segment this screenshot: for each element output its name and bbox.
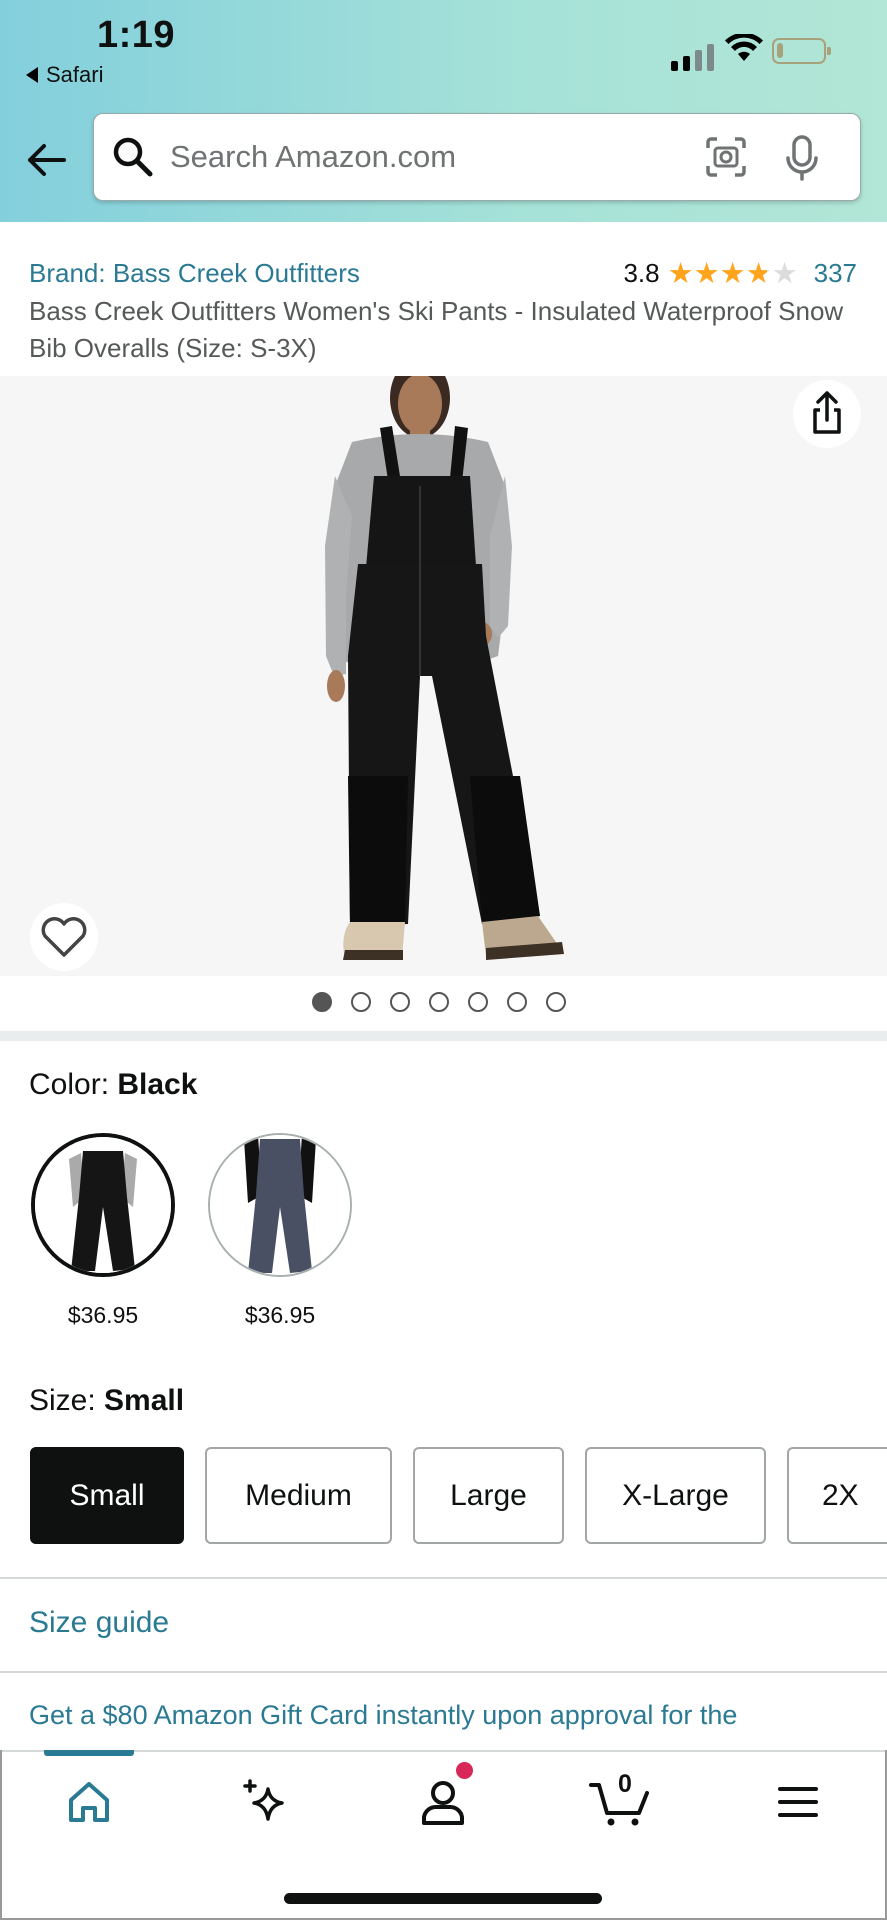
swatch-price: $36.95 xyxy=(67,1302,139,1328)
selected-color: Black xyxy=(117,1068,198,1101)
pagination-dot[interactable] xyxy=(312,992,332,1012)
camera-search-icon[interactable] xyxy=(705,136,747,178)
color-swatch-black[interactable] xyxy=(31,1133,175,1277)
swatch-price: $36.95 xyxy=(244,1302,316,1328)
star-icon: ★ xyxy=(771,257,798,290)
brand-link[interactable]: Brand: Bass Creek Outfitters xyxy=(29,258,360,289)
product-title: Bass Creek Outfitters Women's Ski Pants … xyxy=(29,296,844,363)
back-app-label: Safari xyxy=(46,62,104,87)
size-label-text: Size: xyxy=(29,1384,105,1417)
back-triangle-icon xyxy=(26,67,38,83)
share-icon xyxy=(813,391,841,434)
pagination-dot[interactable] xyxy=(468,992,488,1012)
color-swatch-grey[interactable] xyxy=(208,1133,352,1277)
active-tab-indicator xyxy=(44,1750,134,1756)
pagination-dot[interactable] xyxy=(546,992,566,1012)
size-option-small[interactable]: Small xyxy=(30,1447,184,1544)
star-rating: ★ ★ ★ ★ ★ xyxy=(668,259,798,289)
divider xyxy=(0,1577,887,1579)
status-time: 1:19 xyxy=(97,14,176,56)
size-option-large[interactable]: Large xyxy=(413,1447,564,1544)
product-image-gallery[interactable] xyxy=(0,376,887,976)
review-count[interactable]: 337 xyxy=(814,258,857,289)
star-icon: ★ xyxy=(667,257,694,290)
back-arrow-icon[interactable] xyxy=(24,138,68,182)
search-input[interactable] xyxy=(170,132,650,182)
size-option-x-large[interactable]: X-Large xyxy=(585,1447,766,1544)
notification-badge xyxy=(456,1762,473,1779)
section-divider xyxy=(0,1031,887,1041)
rating-summary[interactable]: 3.8 ★ ★ ★ ★ ★ 337 xyxy=(623,258,857,289)
wishlist-button[interactable] xyxy=(30,903,98,971)
battery-icon xyxy=(772,38,831,64)
wifi-icon xyxy=(725,34,763,61)
star-icon: ★ xyxy=(719,257,746,290)
gift-card-promo-link[interactable]: Get a $80 Amazon Gift Card instantly upo… xyxy=(29,1700,737,1731)
size-option-2x[interactable]: 2X xyxy=(787,1447,887,1544)
search-icon[interactable] xyxy=(112,136,154,178)
color-label-text: Color: xyxy=(29,1068,118,1101)
rating-value: 3.8 xyxy=(623,258,660,288)
share-button[interactable] xyxy=(793,380,861,448)
tab-home[interactable] xyxy=(54,1772,124,1832)
size-guide-link[interactable]: Size guide xyxy=(29,1606,169,1640)
size-option-medium[interactable]: Medium xyxy=(205,1447,392,1544)
hamburger-menu-icon xyxy=(778,1787,818,1817)
home-icon xyxy=(69,1782,109,1822)
app-header: 1:19 Safari xyxy=(0,0,887,222)
search-bar[interactable] xyxy=(93,113,861,201)
tab-ai-assistant[interactable] xyxy=(230,1772,300,1832)
size-heading: Size: Small xyxy=(29,1384,184,1418)
home-indicator[interactable] xyxy=(284,1893,602,1904)
tab-account[interactable] xyxy=(408,1772,478,1832)
microphone-icon[interactable] xyxy=(784,134,820,182)
pagination-dot[interactable] xyxy=(507,992,527,1012)
sparkle-icon xyxy=(243,1779,284,1821)
tab-menu[interactable] xyxy=(763,1772,833,1832)
back-to-safari[interactable]: Safari xyxy=(26,62,103,88)
gallery-pagination[interactable] xyxy=(312,992,566,1012)
star-icon: ★ xyxy=(693,257,720,290)
pagination-dot[interactable] xyxy=(390,992,410,1012)
color-heading: Color: Black xyxy=(29,1068,197,1102)
swatch-image-grey xyxy=(210,1135,350,1275)
pagination-dot[interactable] xyxy=(351,992,371,1012)
star-icon: ★ xyxy=(745,257,772,290)
cart-count: 0 xyxy=(618,1770,632,1798)
selected-size: Small xyxy=(104,1384,185,1417)
product-image[interactable] xyxy=(0,376,887,976)
user-icon xyxy=(422,1781,464,1825)
swatch-image-black xyxy=(35,1137,171,1273)
heart-icon xyxy=(41,917,87,957)
brand-rating-row: Brand: Bass Creek Outfitters 3.8 ★ ★ ★ ★ ★ 3… xyxy=(29,258,859,294)
cellular-signal-icon xyxy=(671,44,714,71)
divider xyxy=(0,1671,887,1673)
pagination-dot[interactable] xyxy=(429,992,449,1012)
